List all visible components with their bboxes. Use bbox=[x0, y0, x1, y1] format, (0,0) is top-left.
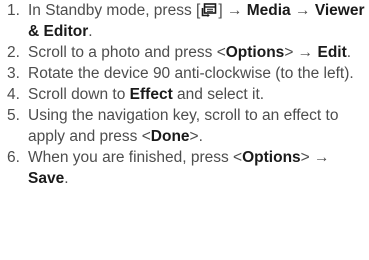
step-text-segment: . bbox=[88, 23, 93, 40]
step-number: 3. bbox=[7, 65, 20, 82]
step-number: 4. bbox=[7, 86, 20, 103]
step-text-segment: . bbox=[346, 44, 352, 61]
step-text-segment: Rotate the device 90 anti-clockwise (to … bbox=[28, 65, 354, 82]
step-text-segment: ] → bbox=[218, 2, 247, 19]
step-3: 3. Rotate the device 90 anti-clockwise (… bbox=[0, 63, 369, 84]
softkey-options: Options bbox=[225, 44, 285, 61]
menu-effect: Effect bbox=[129, 86, 173, 103]
step-text-segment: When you are finished, press < bbox=[28, 149, 243, 166]
step-text-segment: and select it. bbox=[172, 86, 265, 103]
menu-media: Media bbox=[246, 2, 291, 19]
step-text-segment: → bbox=[290, 2, 315, 19]
step-text: When you are finished, press <Options> →… bbox=[28, 147, 366, 189]
step-text-segment: > → bbox=[284, 44, 318, 61]
menu-edit: Edit bbox=[317, 44, 347, 61]
step-5: 5. Using the navigation key, scroll to a… bbox=[0, 105, 369, 147]
step-number: 5. bbox=[7, 107, 20, 124]
step-text: In Standby mode, press [] → Media → View… bbox=[28, 0, 366, 42]
step-text: Scroll down to Effect and select it. bbox=[28, 84, 366, 105]
step-6: 6. When you are finished, press <Options… bbox=[0, 147, 369, 189]
step-text: Rotate the device 90 anti-clockwise (to … bbox=[28, 63, 366, 84]
step-4: 4. Scroll down to Effect and select it. bbox=[0, 84, 369, 105]
step-text-segment: >. bbox=[189, 128, 203, 145]
step-text: Using the navigation key, scroll to an e… bbox=[28, 105, 366, 147]
menu-save: Save bbox=[28, 170, 65, 187]
step-text-segment: In Standby mode, press [ bbox=[28, 2, 201, 19]
step-text-segment: Scroll to a photo and press < bbox=[28, 44, 226, 61]
softkey-done: Done bbox=[150, 128, 190, 145]
step-text-segment: . bbox=[64, 170, 69, 187]
step-number: 6. bbox=[7, 149, 20, 166]
menu-key-icon bbox=[202, 3, 217, 17]
step-number: 1. bbox=[7, 2, 20, 19]
step-number: 2. bbox=[7, 44, 20, 61]
steps-list: 1. In Standby mode, press [] → Media → V… bbox=[0, 0, 369, 189]
step-text-segment: > → bbox=[300, 149, 330, 166]
step-2: 2. Scroll to a photo and press <Options>… bbox=[0, 42, 369, 63]
step-1: 1. In Standby mode, press [] → Media → V… bbox=[0, 0, 369, 42]
step-text: Scroll to a photo and press <Options> → … bbox=[28, 42, 366, 63]
instruction-document: 1. In Standby mode, press [] → Media → V… bbox=[0, 0, 369, 260]
softkey-options: Options bbox=[242, 149, 301, 166]
step-text-segment: Scroll down to bbox=[28, 86, 130, 103]
